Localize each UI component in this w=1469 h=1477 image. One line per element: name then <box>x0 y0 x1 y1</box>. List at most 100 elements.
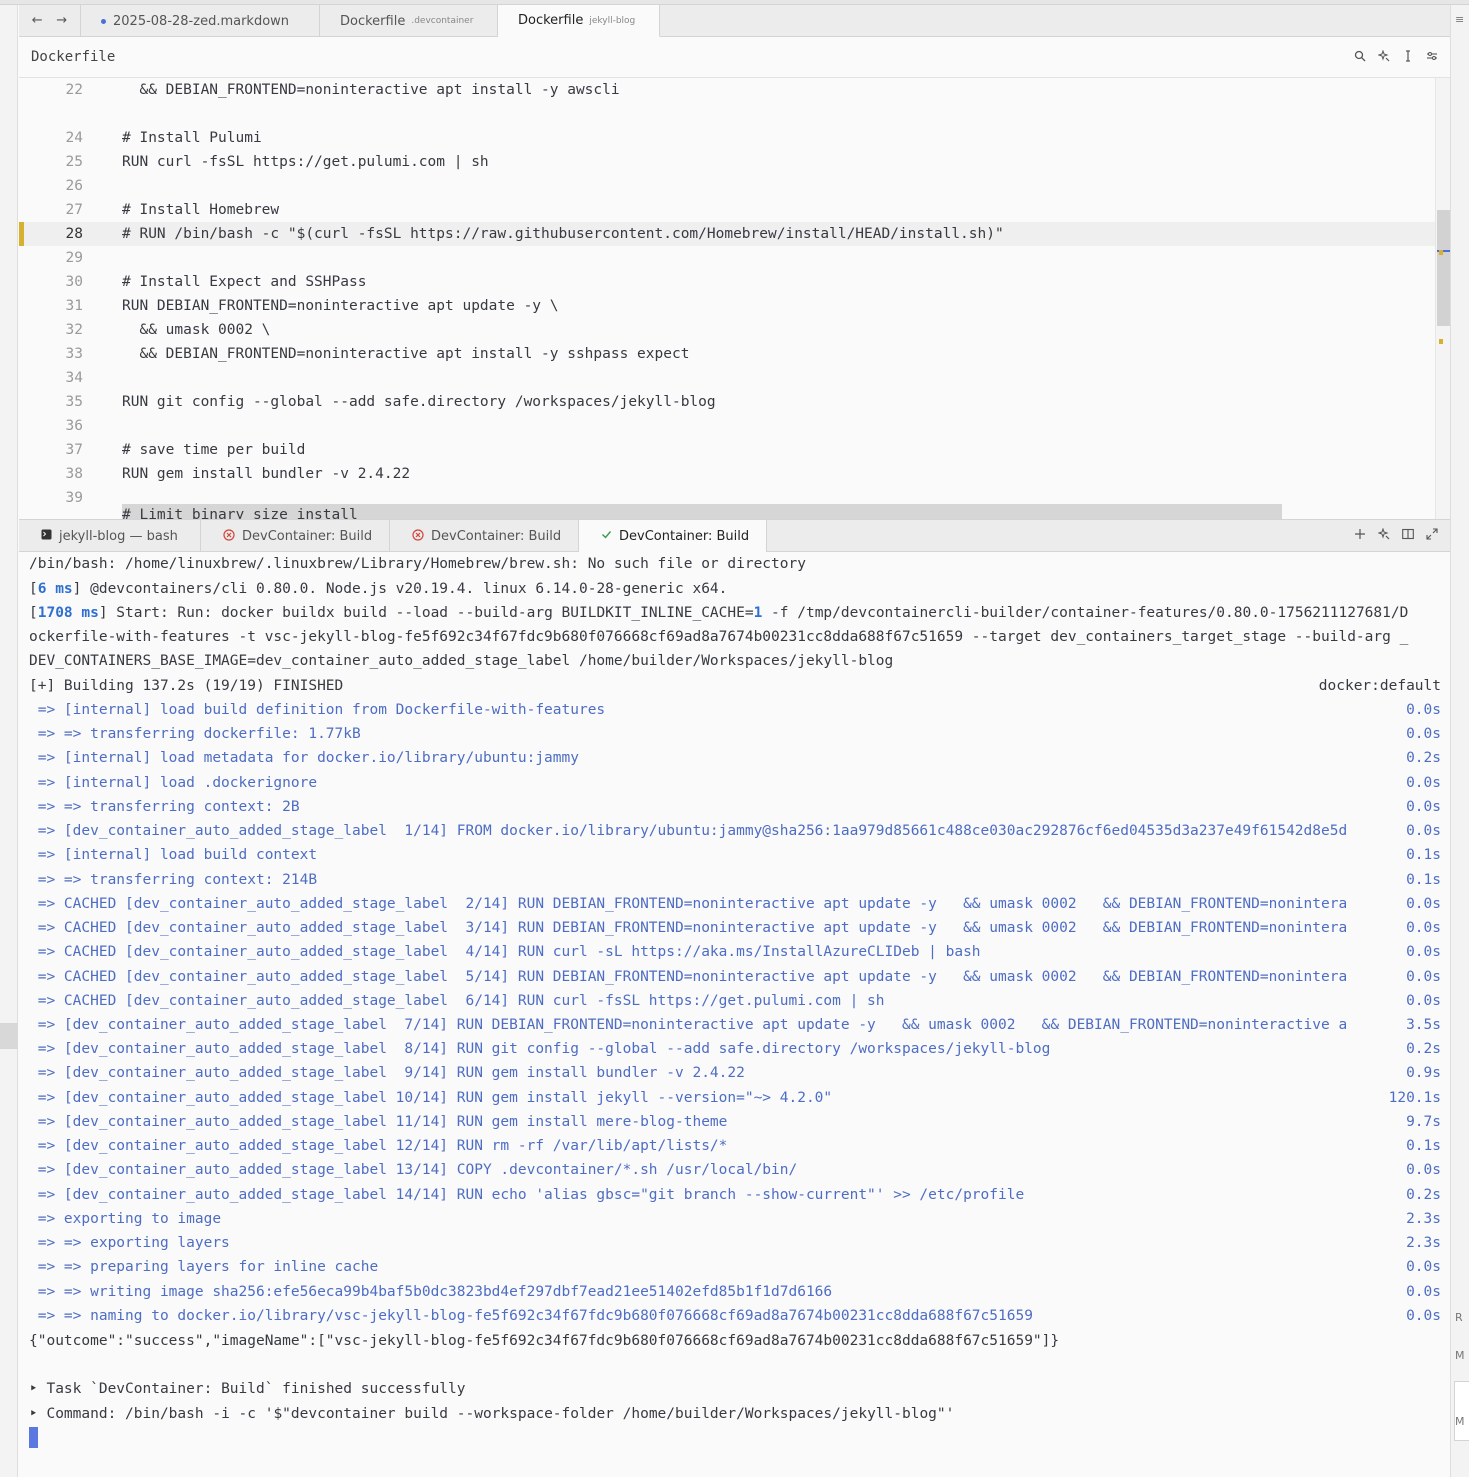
code-line[interactable]: 30 # Install Expect and SSHPass <box>19 270 1435 294</box>
code-line[interactable]: 34 <box>19 366 1435 390</box>
build-step-text: => [dev_container_auto_added_stage_label… <box>29 1041 1051 1058</box>
disclosure-triangle-icon[interactable]: ‣ <box>29 1381 46 1397</box>
build-step-text: => => naming to docker.io/library/vsc-je… <box>29 1307 1033 1324</box>
build-summary: [+] Building 137.2s (19/19) FINISHED <box>29 678 344 694</box>
line-number: 34 <box>65 370 83 386</box>
tab-devcontainer-build-success[interactable]: DevContainer: Build <box>579 520 767 552</box>
maximize-icon[interactable] <box>1426 528 1438 543</box>
elapsed-ms: 1708 ms <box>37 605 99 621</box>
line-text: RUN curl -fsSL https://get.pulumi.com | … <box>122 154 489 170</box>
partially-hidden-line: # Limit binary size install <box>122 507 358 519</box>
tab-dockerfile-devcontainer[interactable]: Dockerfile .devcontainer <box>320 5 498 37</box>
line-text: # Install Homebrew <box>122 202 280 218</box>
disclosure-triangle-icon[interactable]: ‣ <box>29 1406 46 1422</box>
build-step-time: 0.0s <box>1406 798 1441 815</box>
build-step-time: 0.2s <box>1406 750 1441 767</box>
code-line[interactable]: 26 <box>19 174 1435 198</box>
sparkle-icon[interactable] <box>1377 48 1390 65</box>
build-step-time: 0.0s <box>1406 992 1441 1009</box>
code-line[interactable]: 27 # Install Homebrew <box>19 198 1435 222</box>
code-line[interactable]: 37 # save time per build <box>19 438 1435 462</box>
build-step-line: => => transferring dockerfile: 1.77kB 0.0… <box>29 722 1441 746</box>
build-step-time: 0.0s <box>1406 726 1441 743</box>
search-icon[interactable] <box>1354 50 1366 65</box>
terminal-text: -f /tmp/devcontainercli-builder/containe… <box>762 605 1409 621</box>
build-status-line: [+] Building 137.2s (19/19) FINISHED dock… <box>29 674 1441 698</box>
code-line[interactable]: 25 RUN curl -fsSL https://get.pulumi.com … <box>19 150 1435 174</box>
build-step-text: => CACHED [dev_container_auto_added_stag… <box>29 895 1348 912</box>
code-line[interactable]: 38 RUN gem install bundler -v 2.4.22 <box>19 462 1435 486</box>
error-circle-icon <box>223 528 235 544</box>
line-number: 29 <box>65 250 83 266</box>
build-step-text: => => transferring context: 214B <box>29 871 318 888</box>
code-line[interactable]: 24 # Install Pulumi <box>19 126 1435 150</box>
sliders-icon[interactable] <box>1426 50 1438 65</box>
text-cursor-icon[interactable] <box>1402 49 1414 65</box>
outline-icon[interactable]: ≡ <box>1455 13 1464 26</box>
line-number: 32 <box>65 322 83 338</box>
line-text: RUN git config --global --add safe.direc… <box>122 394 716 410</box>
terminal-line: [1708 ms] Start: Run: docker buildx buil… <box>29 605 1409 621</box>
terminal-line: [6 ms] @devcontainers/cli 0.80.0. Node.j… <box>29 581 728 597</box>
build-step-text: => [internal] load build context <box>29 847 318 864</box>
tab-label: 2025-08-28-zed.markdown <box>113 13 290 29</box>
tab-terminal-bash[interactable]: jekyll-blog — bash <box>19 520 201 552</box>
forward-arrow-icon[interactable]: → <box>56 13 67 28</box>
line-number: 37 <box>65 442 83 458</box>
line-text: # RUN /bin/bash -c "$(curl -fsSL https:/… <box>122 226 1004 242</box>
code-line[interactable] <box>19 102 1435 126</box>
code-line[interactable]: 33 && DEBIAN_FRONTEND=noninteractive apt… <box>19 342 1435 366</box>
right-dock: ≡ R M M <box>1450 5 1469 1477</box>
code-line-active[interactable]: 28 # RUN /bin/bash -c "$(curl -fsSL https… <box>19 222 1435 246</box>
build-step-line: => [dev_container_auto_added_stage_label… <box>29 1086 1441 1110</box>
code-line[interactable]: 32 && umask 0002 \ <box>19 318 1435 342</box>
breadcrumb: Dockerfile <box>19 37 1450 78</box>
vertical-scrollbar[interactable] <box>1435 78 1450 519</box>
tab-sublabel: jekyll-blog <box>589 15 636 26</box>
build-step-text: => [internal] load .dockerignore <box>29 774 318 791</box>
tab-label: jekyll-blog — bash <box>59 528 178 544</box>
plus-icon[interactable] <box>1354 528 1366 543</box>
breadcrumb-file[interactable]: Dockerfile <box>31 49 115 65</box>
check-icon <box>601 529 612 543</box>
code-line[interactable]: 31 RUN DEBIAN_FRONTEND=noninteractive apt… <box>19 294 1435 318</box>
build-step-text: => CACHED [dev_container_auto_added_stag… <box>29 920 1348 937</box>
sparkle-icon[interactable] <box>1377 527 1390 543</box>
build-step-time: 0.0s <box>1406 920 1441 937</box>
line-number: 31 <box>65 298 83 314</box>
line-text: # Install Pulumi <box>122 130 262 146</box>
tab-label: Dockerfile <box>340 13 406 29</box>
modified-dot-icon <box>101 18 106 24</box>
build-step-text: => CACHED [dev_container_auto_added_stag… <box>29 968 1348 985</box>
code-line[interactable]: 22 && DEBIAN_FRONTEND=noninteractive apt… <box>19 78 1435 102</box>
terminal-output[interactable]: /bin/bash: /home/linuxbrew/.linuxbrew/Li… <box>19 552 1450 1477</box>
split-pane-icon[interactable] <box>1402 528 1414 543</box>
tab-label: DevContainer: Build <box>242 528 373 544</box>
code-line[interactable]: 36 <box>19 414 1435 438</box>
terminal-text: Start: Run: docker buildx build --load -… <box>107 605 754 621</box>
tab-label: Dockerfile <box>518 13 584 28</box>
build-step-time: 2.3s <box>1406 1235 1441 1252</box>
right-dock-label-m2: M <box>1455 1415 1465 1428</box>
tab-devcontainer-build-failed-1[interactable]: DevContainer: Build <box>201 520 390 552</box>
terminal-line: ockerfile-with-features -t vsc-jekyll-bl… <box>29 629 1409 645</box>
tab-sublabel: .devcontainer <box>411 16 474 26</box>
code-editor[interactable]: 22 && DEBIAN_FRONTEND=noninteractive apt… <box>19 78 1450 519</box>
code-line[interactable]: 29 <box>19 246 1435 270</box>
right-dock-label-m: M <box>1455 1349 1465 1362</box>
build-step-line: => CACHED [dev_container_auto_added_stag… <box>29 965 1441 989</box>
code-line[interactable]: 35 RUN git config --global --add safe.dir… <box>19 390 1435 414</box>
scrollbar-thumb[interactable] <box>1437 210 1450 326</box>
build-step-text: => [dev_container_auto_added_stage_label… <box>29 823 1348 840</box>
tab-devcontainer-build-failed-2[interactable]: DevContainer: Build <box>390 520 579 552</box>
dock-indicator[interactable] <box>0 1023 18 1049</box>
build-step-text: => => writing image sha256:efe56eca99b4b… <box>29 1283 833 1300</box>
build-step-time: 0.2s <box>1406 1041 1441 1058</box>
build-step-time: 0.0s <box>1406 1162 1441 1179</box>
line-text: && DEBIAN_FRONTEND=noninteractive apt in… <box>122 82 620 98</box>
build-step-text: => => preparing layers for inline cache <box>29 1259 379 1276</box>
tab-dockerfile-jekyll-blog[interactable]: Dockerfile jekyll-blog <box>498 5 660 37</box>
tab-markdown[interactable]: 2025-08-28-zed.markdown <box>81 5 320 37</box>
terminal-line: DEV_CONTAINERS_BASE_IMAGE=dev_container_… <box>29 653 894 669</box>
back-arrow-icon[interactable]: ← <box>32 13 43 28</box>
